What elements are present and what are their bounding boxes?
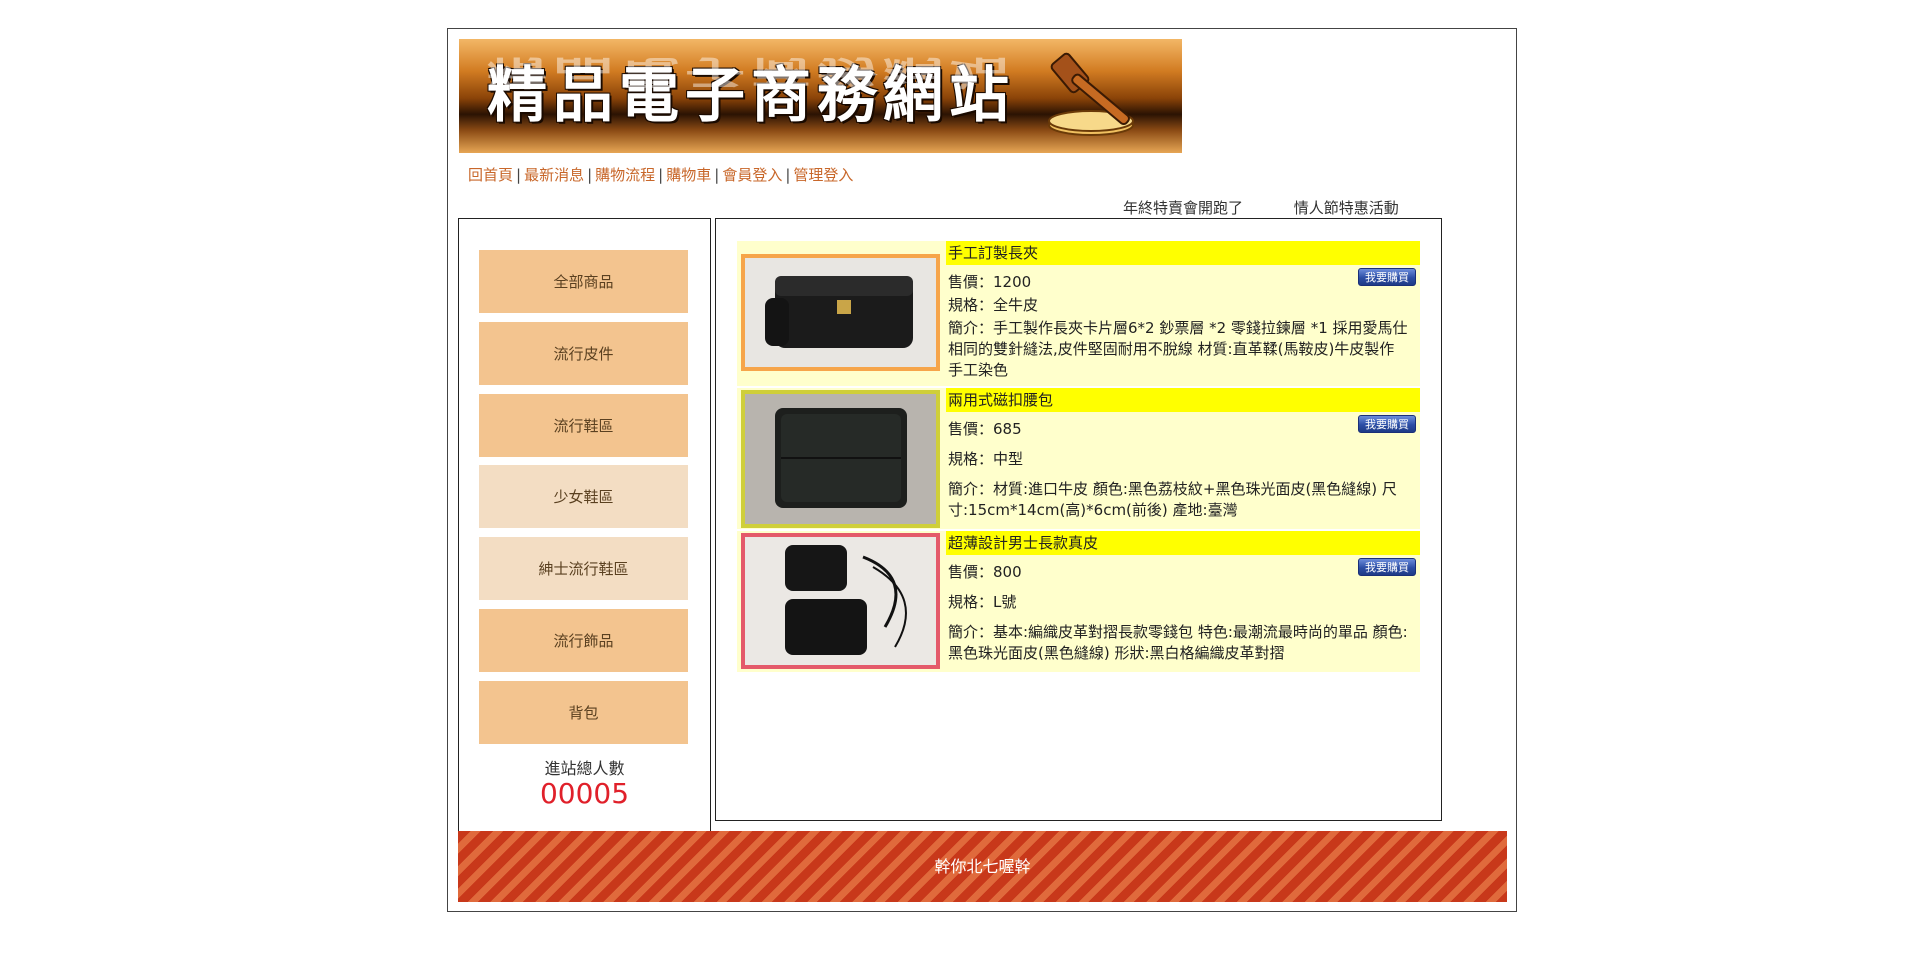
buy-button[interactable]: 我要購買 — [1358, 268, 1416, 286]
product-card: 超薄設計男士長款真皮 售價：800 我要購買 規格：L號 簡介：基本:編織皮革對… — [737, 531, 1420, 672]
page-frame: 精品電子商務網站 精品電子商務網站 回首頁 | 最新消息 | 購物流程 | 購物車 | 會員登入… — [447, 28, 1517, 912]
product-spec: 規格：全牛皮 — [948, 296, 1039, 314]
product-card: 手工訂製長夾 售價：1200 我要購買 規格：全牛皮 簡介：手工製作長夾卡片層6… — [737, 241, 1420, 386]
product-title[interactable]: 超薄設計男士長款真皮 — [946, 531, 1420, 555]
footer-text: 幹你北七喔幹 — [934, 857, 1031, 876]
visitor-counter-value: 00005 — [539, 777, 630, 810]
nav-member-login-link[interactable]: 會員登入 — [722, 166, 782, 184]
nav-separator: | — [516, 166, 522, 184]
nav-separator: | — [658, 166, 664, 184]
product-spec: 規格：中型 — [948, 450, 1024, 468]
gavel-icon — [1048, 52, 1134, 136]
product-image[interactable] — [741, 254, 940, 371]
product-title[interactable]: 手工訂製長夾 — [946, 241, 1420, 265]
product-card: 兩用式磁扣腰包 售價：685 我要購買 規格：中型 簡介：材質:進口牛皮 顏色:… — [737, 388, 1420, 529]
product-price: 售價：1200 — [948, 273, 1032, 291]
category-girls-shoes-button[interactable]: 少女鞋區 — [479, 465, 688, 528]
product-description: 簡介：材質:進口牛皮 顏色:黑色荔枝紋+黑色珠光面皮(黑色縫線) 尺寸:15cm… — [948, 480, 1397, 519]
category-backpacks-button[interactable]: 背包 — [479, 681, 688, 744]
product-description: 簡介：手工製作長夾卡片層6*2 鈔票層 *2 零錢拉鍊層 *1 採用愛馬仕相同的… — [948, 319, 1408, 379]
site-title-reflection: 精品電子商務網站 — [487, 52, 1015, 92]
buy-button[interactable]: 我要購買 — [1358, 558, 1416, 576]
news-marquee: 年終特賣會開跑了 情人節特惠活動 — [1123, 197, 1445, 218]
nav-admin-login-link[interactable]: 管理登入 — [793, 166, 853, 184]
footer: 幹你北七喔幹 — [458, 831, 1507, 902]
product-price: 售價：685 — [948, 420, 1022, 438]
category-accessories-button[interactable]: 流行飾品 — [479, 609, 688, 672]
nav-cart-link[interactable]: 購物車 — [666, 166, 711, 184]
visitor-counter-label: 進站總人數 — [544, 759, 625, 778]
nav-home-link[interactable]: 回首頁 — [468, 166, 513, 184]
top-nav: 回首頁 | 最新消息 | 購物流程 | 購物車 | 會員登入 | 管理登入 — [468, 164, 853, 185]
nav-news-link[interactable]: 最新消息 — [524, 166, 584, 184]
product-title[interactable]: 兩用式磁扣腰包 — [946, 388, 1420, 412]
marquee-item[interactable]: 情人節特惠活動 — [1294, 199, 1399, 217]
marquee-item[interactable]: 年終特賣會開跑了 — [1123, 199, 1243, 217]
wallet-image — [745, 258, 936, 367]
category-all-products-button[interactable]: 全部商品 — [479, 250, 688, 313]
category-mens-shoes-button[interactable]: 紳士流行鞋區 — [479, 537, 688, 600]
product-list: 手工訂製長夾 售價：1200 我要購買 規格：全牛皮 簡介：手工製作長夾卡片層6… — [715, 218, 1442, 821]
product-price: 售價：800 — [948, 563, 1022, 581]
bag-set-image — [745, 537, 936, 665]
product-description: 簡介：基本:編織皮革對摺長款零錢包 特色:最潮流最時尚的單品 顏色:黑色珠光面皮… — [948, 623, 1408, 662]
buy-button[interactable]: 我要購買 — [1358, 415, 1416, 433]
waist-bag-image — [745, 394, 936, 524]
product-image[interactable] — [741, 390, 940, 528]
product-spec: 規格：L號 — [948, 593, 1017, 611]
category-sidebar: 全部商品 流行皮件 流行鞋區 少女鞋區 紳士流行鞋區 流行飾品 背包 進站總人數… — [458, 218, 711, 832]
category-leather-goods-button[interactable]: 流行皮件 — [479, 322, 688, 385]
category-shoes-button[interactable]: 流行鞋區 — [479, 394, 688, 457]
site-banner: 精品電子商務網站 精品電子商務網站 — [459, 39, 1182, 153]
nav-separator: | — [785, 166, 791, 184]
product-image[interactable] — [741, 533, 940, 669]
nav-separator: | — [587, 166, 593, 184]
nav-shopping-process-link[interactable]: 購物流程 — [595, 166, 655, 184]
nav-separator: | — [714, 166, 720, 184]
